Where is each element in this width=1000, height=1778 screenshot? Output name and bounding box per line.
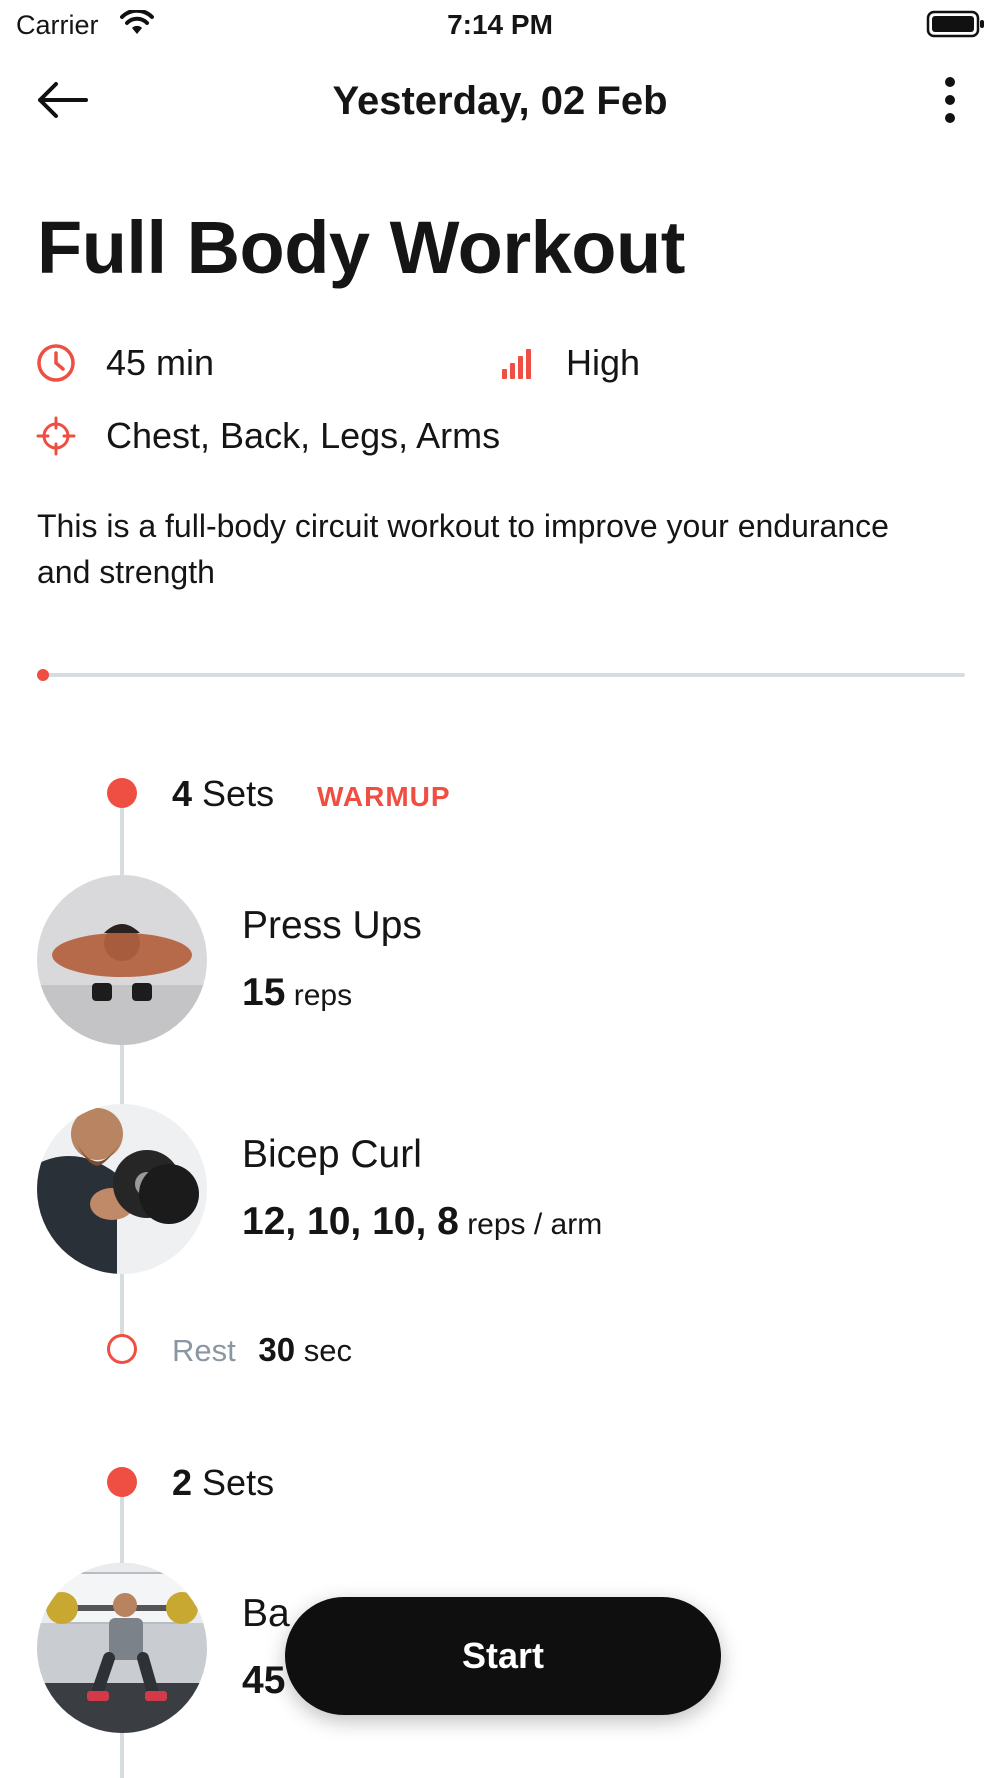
- bicep-curl-image: [37, 1104, 207, 1274]
- clock-icon: [37, 344, 75, 382]
- start-button[interactable]: Start: [285, 1597, 721, 1715]
- targets-row: Chest, Back, Legs, Arms: [36, 415, 500, 457]
- signal-bars-icon: [502, 349, 531, 379]
- more-vertical-icon: [945, 77, 955, 123]
- exercise-thumbnail[interactable]: [37, 1104, 207, 1274]
- rest-value: 30: [258, 1331, 296, 1368]
- workout-title: Full Body Workout: [37, 206, 685, 289]
- progress-track: [45, 673, 965, 677]
- rest-row: Rest 30 sec: [172, 1331, 352, 1369]
- workout-detail-screen: Carrier 7:14 PM Yesterday, 02 Feb Full B…: [0, 0, 1000, 1778]
- intensity-row: High: [500, 342, 640, 384]
- press-ups-image: [37, 875, 207, 1045]
- exercise-reps: 12, 10, 10, 8 reps / arm: [242, 1200, 602, 1244]
- targets-value: Chest, Back, Legs, Arms: [106, 415, 501, 456]
- rest-unit: sec: [303, 1333, 352, 1368]
- warmup-tag: WARMUP: [317, 781, 451, 812]
- exercise-thumbnail[interactable]: [37, 1563, 207, 1733]
- duration-value: 45 min: [106, 342, 215, 383]
- exercise-name[interactable]: Bicep Curl: [242, 1133, 422, 1177]
- reps-unit: reps / arm: [467, 1208, 603, 1241]
- reps-values: 12, 10, 10, 8: [242, 1200, 459, 1243]
- crosshair-icon: [36, 416, 76, 456]
- block-sets: 4 Sets: [172, 773, 274, 815]
- nav-title: Yesterday, 02 Feb: [332, 79, 668, 123]
- sets-count: 2: [172, 1462, 193, 1503]
- block-sets: 2 Sets: [172, 1462, 274, 1504]
- exercise-reps: 45: [242, 1659, 285, 1703]
- sets-count: 4: [172, 773, 193, 814]
- sets-label: Sets: [202, 773, 275, 814]
- exercise-thumbnail[interactable]: [37, 875, 207, 1045]
- barbell-squat-image: [37, 1563, 207, 1733]
- progress-indicator: [37, 669, 49, 681]
- block-marker: [107, 778, 137, 808]
- exercise-name[interactable]: Press Ups: [242, 904, 422, 948]
- battery-icon: [926, 10, 986, 43]
- duration-row: 45 min: [36, 342, 214, 384]
- exercise-reps: 15 reps: [242, 971, 352, 1015]
- reps-values: 45: [242, 1659, 286, 1702]
- reps-unit: reps: [293, 979, 353, 1012]
- more-options-button[interactable]: [940, 76, 960, 124]
- exercise-name[interactable]: Ba: [242, 1592, 290, 1636]
- sets-label: Sets: [202, 1462, 275, 1503]
- status-bar: Carrier 7:14 PM: [0, 0, 1000, 50]
- status-time: 7:14 PM: [447, 9, 553, 40]
- reps-values: 15: [242, 971, 286, 1014]
- block-marker: [107, 1467, 137, 1497]
- rest-marker: [107, 1334, 137, 1364]
- workout-description: This is a full-body circuit workout to i…: [37, 508, 889, 590]
- intensity-value: High: [566, 342, 641, 383]
- rest-label: Rest: [172, 1333, 236, 1368]
- nav-bar: Yesterday, 02 Feb: [0, 60, 1000, 140]
- workout-progress: [37, 669, 965, 681]
